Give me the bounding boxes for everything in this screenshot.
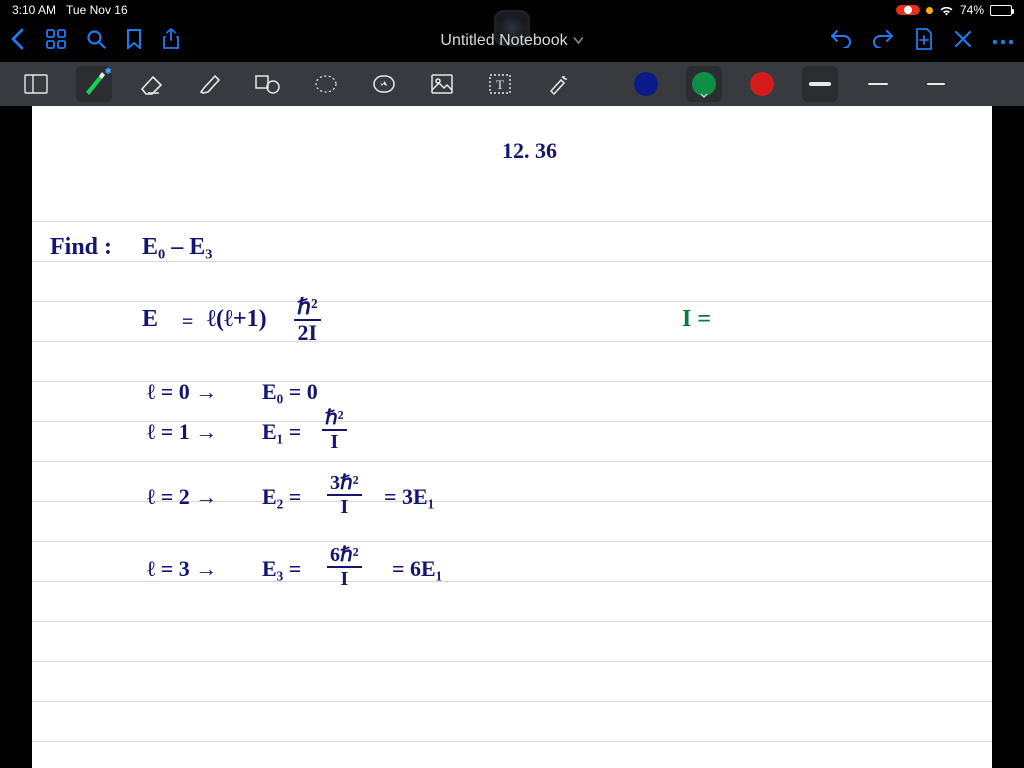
stroke-thin[interactable] xyxy=(918,66,954,102)
l3-tail: = 6E₁ xyxy=(392,556,442,582)
energy-eq: = xyxy=(182,311,193,334)
l3: ℓ = 3 → xyxy=(147,556,217,582)
stroke-medium[interactable] xyxy=(860,66,896,102)
status-date: Tue Nov 16 xyxy=(66,3,128,17)
moment-inertia: I = xyxy=(682,306,711,333)
bookmark-button[interactable] xyxy=(126,29,142,54)
back-button[interactable] xyxy=(10,28,26,55)
find-expr: E₀ – E₃ xyxy=(142,234,212,261)
screen-record-indicator[interactable] xyxy=(896,5,920,15)
share-button[interactable] xyxy=(162,28,180,55)
find-label: Find : xyxy=(50,234,112,261)
l1-frac: ℏ²I xyxy=(322,408,347,452)
l2-frac: 3ℏ²I xyxy=(327,473,362,517)
close-button[interactable] xyxy=(954,30,972,53)
shapes-tool[interactable] xyxy=(250,66,286,102)
l0-result: E₀ = 0 xyxy=(262,379,318,405)
stroke-thick[interactable] xyxy=(802,66,838,102)
chevron-down-icon xyxy=(574,37,584,45)
energy-frac: ℏ²2I xyxy=(294,296,321,344)
sticker-tool[interactable] xyxy=(366,66,402,102)
svg-text:T: T xyxy=(496,77,504,92)
l2-tail: = 3E₁ xyxy=(384,484,434,510)
wifi-icon xyxy=(939,5,954,16)
laser-tool[interactable] xyxy=(540,66,576,102)
toolbar: ✱ T xyxy=(0,62,1024,106)
search-button[interactable] xyxy=(86,29,106,54)
add-page-button[interactable] xyxy=(914,28,934,55)
battery-icon xyxy=(990,5,1012,16)
color-navy[interactable] xyxy=(628,66,664,102)
pen-tool[interactable]: ✱ xyxy=(76,66,112,102)
l2: ℓ = 2 → xyxy=(147,484,217,510)
grid-button[interactable] xyxy=(46,29,66,54)
energy-lhs: E xyxy=(142,306,158,333)
text-tool[interactable]: T xyxy=(482,66,518,102)
chevron-down-icon xyxy=(700,93,708,98)
page-header: 12. 36 xyxy=(502,138,557,164)
l3-frac: 6ℏ²I xyxy=(327,545,362,589)
energy-coef: ℓ(ℓ+1) xyxy=(207,306,267,333)
more-button[interactable] xyxy=(992,32,1014,50)
l1: ℓ = 1 → xyxy=(147,419,217,445)
notebook-page[interactable]: 12. 36 Find : E₀ – E₃ E = ℓ(ℓ+1) ℏ²2I I … xyxy=(32,106,992,768)
l0: ℓ = 0 → xyxy=(147,379,217,405)
undo-button[interactable] xyxy=(830,30,852,53)
l1-lhs: E₁ = xyxy=(262,419,301,445)
status-time: 3:10 AM xyxy=(12,3,56,17)
battery-percent: 74% xyxy=(960,3,984,17)
privacy-mic-dot xyxy=(926,7,933,14)
l2-lhs: E₂ = xyxy=(262,484,301,510)
l3-lhs: E₃ = xyxy=(262,556,301,582)
page-layout-tool[interactable] xyxy=(18,66,54,102)
color-red[interactable] xyxy=(744,66,780,102)
highlighter-tool[interactable] xyxy=(192,66,228,102)
document-title-button[interactable]: Untitled Notebook xyxy=(440,32,583,50)
color-green[interactable] xyxy=(686,66,722,102)
image-tool[interactable] xyxy=(424,66,460,102)
document-title: Untitled Notebook xyxy=(440,32,567,50)
lasso-tool[interactable] xyxy=(308,66,344,102)
eraser-tool[interactable] xyxy=(134,66,170,102)
redo-button[interactable] xyxy=(872,30,894,53)
nav-bar: Untitled Notebook xyxy=(0,20,1024,62)
